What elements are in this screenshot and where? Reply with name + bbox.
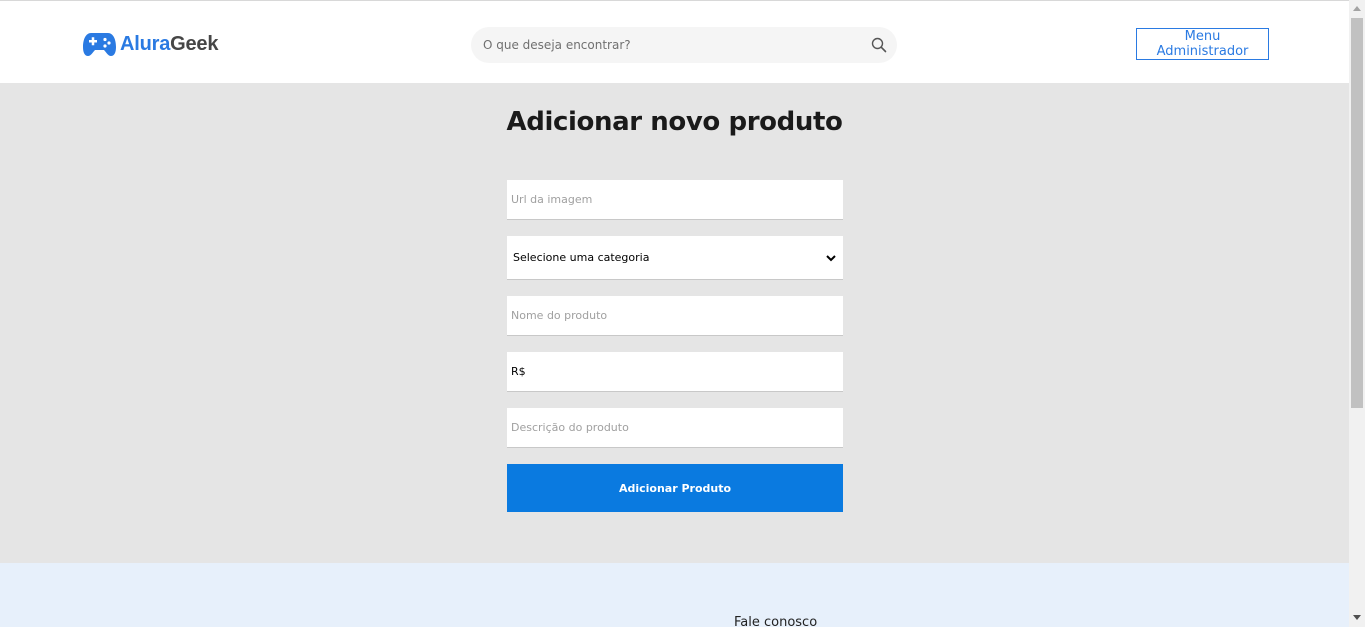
logo[interactable]: AluraGeek: [83, 31, 218, 57]
logo-text-geek: Geek: [170, 32, 219, 55]
scrollbar-thumb[interactable]: [1351, 18, 1363, 408]
scroll-down-arrow-icon[interactable]: [1353, 615, 1361, 620]
scroll-up-arrow-icon[interactable]: [1353, 6, 1361, 11]
gamepad-icon: [83, 33, 116, 56]
logo-text: AluraGeek: [120, 33, 218, 56]
category-select-value: Selecione uma categoria: [513, 251, 650, 264]
admin-menu-button[interactable]: Menu Administrador: [1136, 28, 1269, 60]
product-name-field[interactable]: [507, 296, 843, 336]
search-bar: [471, 27, 897, 63]
contact-title: Fale conosco: [734, 615, 818, 627]
footer: Fale conosco: [0, 563, 1349, 627]
category-select[interactable]: Selecione uma categoria: [507, 236, 843, 280]
site-header: AluraGeek Menu Administrador: [0, 3, 1349, 83]
product-description-field[interactable]: [507, 408, 843, 448]
search-icon[interactable]: [871, 37, 887, 53]
main-content: Adicionar novo produto Selecione uma cat…: [0, 83, 1349, 563]
logo-text-alura: Alura: [120, 32, 171, 55]
add-product-button[interactable]: Adicionar Produto: [507, 464, 843, 512]
page-title: Adicionar novo produto: [506, 107, 843, 137]
chevron-down-icon: [826, 254, 836, 261]
image-url-field[interactable]: [507, 180, 843, 220]
product-price-field[interactable]: [507, 352, 843, 392]
search-input[interactable]: [471, 27, 897, 63]
vertical-scrollbar[interactable]: [1349, 0, 1365, 627]
